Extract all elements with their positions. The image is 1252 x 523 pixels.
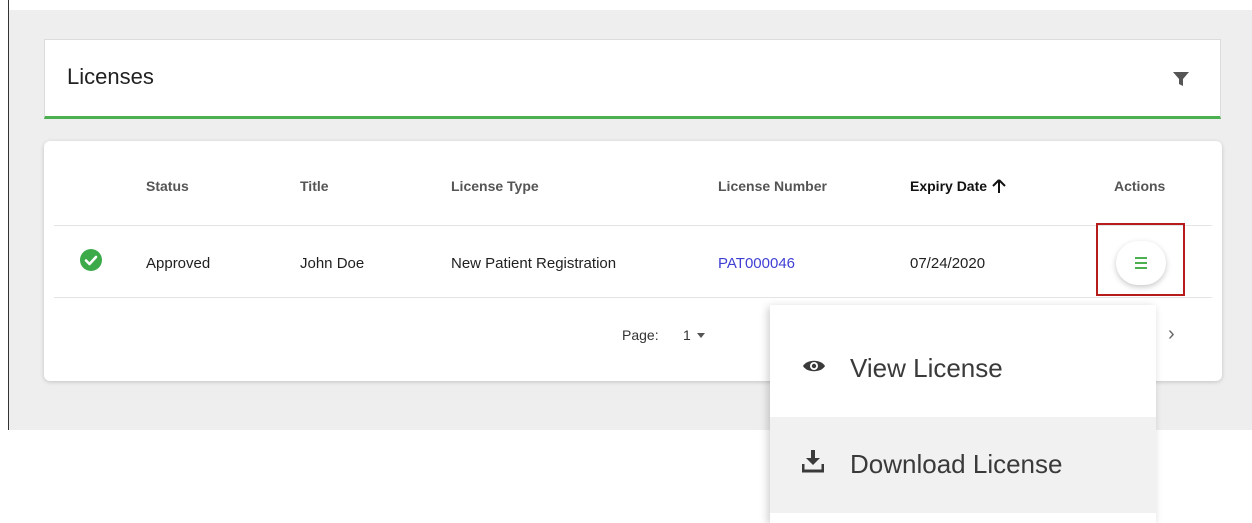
column-header-expiry-date[interactable]: Expiry Date bbox=[910, 178, 1007, 194]
title-cell: John Doe bbox=[300, 255, 365, 272]
column-header-license-type[interactable]: License Type bbox=[451, 178, 539, 194]
filter-icon[interactable] bbox=[1172, 70, 1190, 88]
next-page-icon[interactable]: › bbox=[1168, 323, 1175, 346]
check-circle-icon bbox=[80, 249, 102, 271]
column-header-license-number[interactable]: License Number bbox=[718, 178, 827, 194]
status-text: Approved bbox=[146, 255, 211, 272]
chevron-down-icon[interactable] bbox=[697, 333, 705, 338]
download-icon bbox=[802, 450, 824, 473]
expiry-date-cell: 07/24/2020 bbox=[910, 255, 986, 272]
menu-item-label: Download License bbox=[850, 449, 1063, 479]
header-divider bbox=[54, 225, 1212, 226]
actions-menu-button[interactable] bbox=[1116, 241, 1166, 285]
pagination-label: Page: bbox=[622, 327, 659, 343]
column-header-title[interactable]: Title bbox=[300, 178, 329, 194]
menu-item-view-license[interactable]: View License bbox=[770, 321, 1156, 417]
licenses-header-card: Licenses bbox=[44, 39, 1221, 119]
menu-item-label: View License bbox=[850, 353, 1003, 383]
page-title: Licenses bbox=[67, 64, 154, 89]
row-divider bbox=[54, 297, 1212, 298]
page-select[interactable]: 1 bbox=[683, 327, 691, 343]
column-header-actions: Actions bbox=[1114, 178, 1166, 194]
column-header-status[interactable]: Status bbox=[146, 178, 189, 194]
actions-dropdown-menu: View License Download License bbox=[770, 305, 1156, 523]
menu-icon bbox=[1135, 257, 1147, 259]
eye-icon bbox=[803, 360, 825, 372]
column-header-expiry-date-label: Expiry Date bbox=[910, 178, 988, 194]
menu-icon-line bbox=[1135, 262, 1147, 264]
menu-icon-line bbox=[1135, 267, 1147, 269]
license-number-link[interactable]: PAT000046 bbox=[718, 255, 795, 272]
sort-ascending-icon bbox=[992, 179, 1006, 193]
license-type-cell: New Patient Registration bbox=[451, 255, 617, 272]
menu-item-download-license[interactable]: Download License bbox=[770, 417, 1156, 513]
